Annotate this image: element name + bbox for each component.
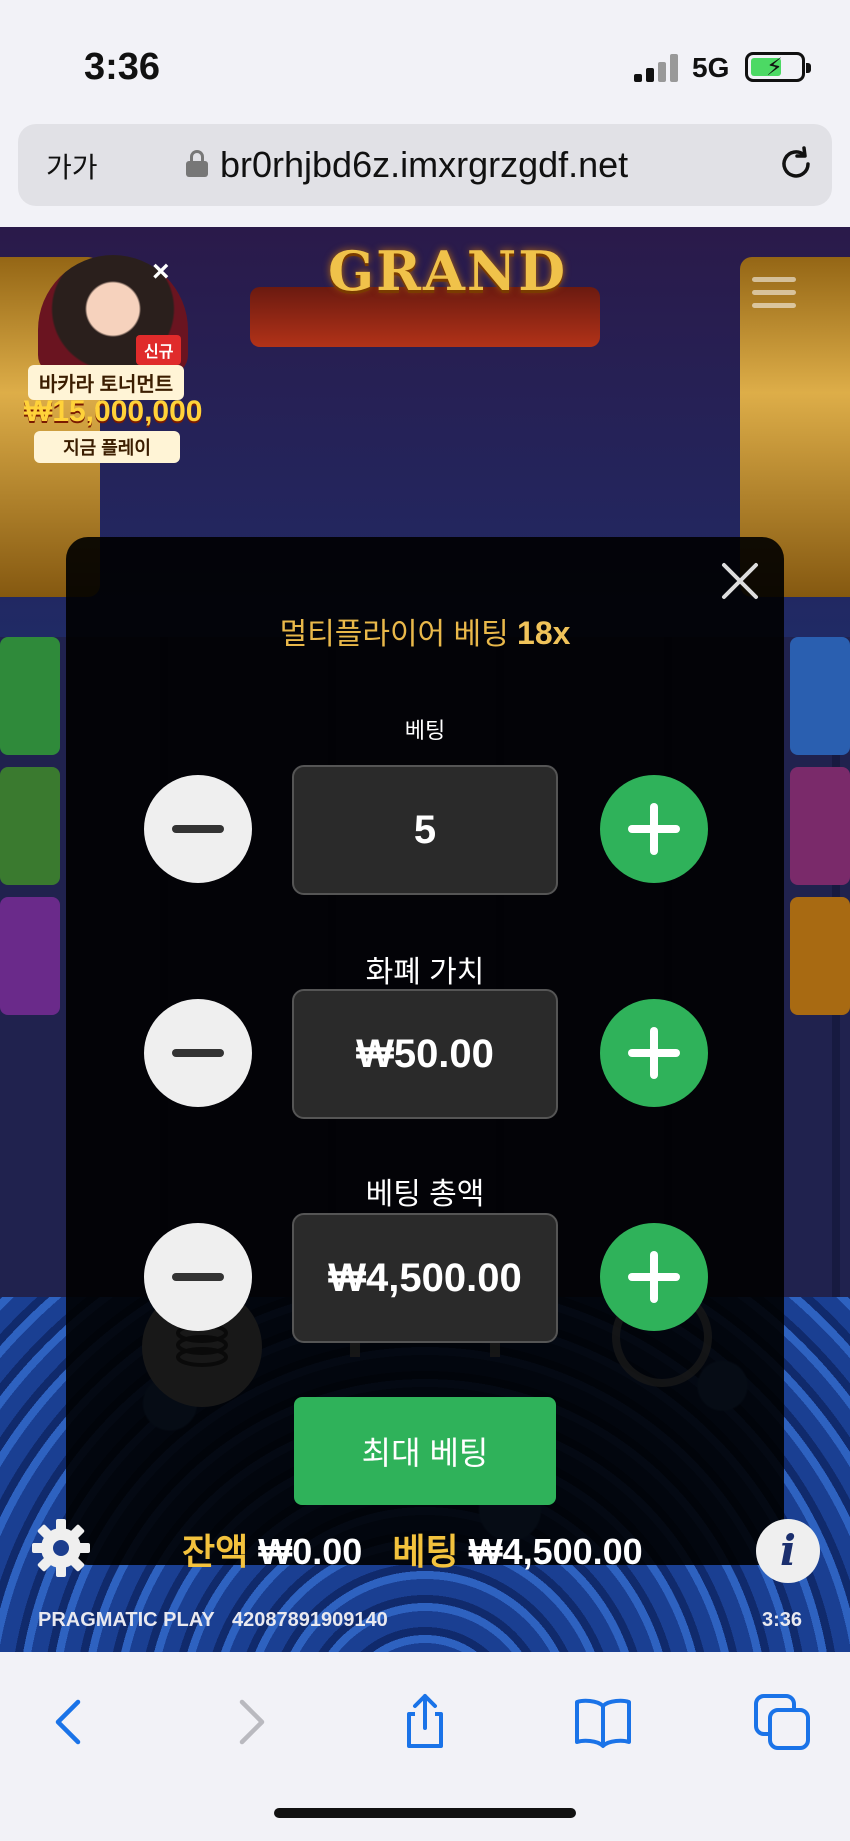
total-bet-label: 베팅 총액 [365, 1178, 485, 1211]
promo-close-icon[interactable]: × [152, 255, 170, 289]
total-bet-increase-button[interactable] [600, 1223, 708, 1331]
close-icon[interactable] [718, 559, 762, 603]
bet-label: 베팅 [404, 718, 446, 743]
cellular-signal-icon [634, 54, 678, 82]
bet-settings-modal: 멀티플라이어 베팅 18x 베팅 5 화폐 가치 ₩50.00 베팅 총액 ₩4… [66, 537, 784, 1565]
settings-gear-icon[interactable] [30, 1517, 92, 1579]
tabs-icon[interactable] [752, 1692, 812, 1752]
coin-value: ₩50.00 [292, 989, 558, 1119]
game-canvas[interactable]: GRAND × 신규 바카라 토너먼트 ₩15,000,000 지금 플레이 멀… [0, 227, 850, 1652]
promo-play-now[interactable]: 지금 플레이 [34, 431, 180, 463]
max-bet-button[interactable]: 최대 베팅 [294, 1397, 556, 1505]
reel-symbol [790, 637, 850, 755]
reel-symbol [0, 637, 60, 755]
forward-icon[interactable] [220, 1692, 280, 1752]
modal-title: 멀티플라이어 베팅 18x [66, 609, 784, 653]
provider-brand: PRAGMATIC PLAY [38, 1609, 215, 1631]
info-icon[interactable]: i [756, 1519, 820, 1583]
status-time: 3:36 [84, 46, 161, 88]
game-round-id: 42087891909140 [232, 1609, 388, 1631]
hamburger-menu-icon[interactable] [752, 277, 796, 311]
reel-symbol [790, 897, 850, 1015]
bet-label-bottom: 베팅 [392, 1531, 459, 1572]
share-icon[interactable] [395, 1692, 455, 1752]
modal-title-text: 멀티플라이어 베팅 [279, 618, 509, 651]
status-bar: 3:36 5G ⚡ [0, 0, 850, 120]
reel-symbol [790, 767, 850, 885]
game-clock: 3:36 [762, 1609, 803, 1631]
text-size-button[interactable]: 가가 [46, 146, 98, 186]
browser-toolbar [0, 1652, 850, 1841]
url-text[interactable]: br0rhjbd6z.imxrgrzgdf.net [220, 144, 628, 186]
multiplier-value: 18x [517, 615, 571, 651]
coin-value-decrease-button[interactable] [144, 999, 252, 1107]
total-bet-decrease-button[interactable] [144, 1223, 252, 1331]
home-indicator [274, 1808, 576, 1818]
total-bet-value: ₩4,500.00 [292, 1213, 558, 1343]
minus-icon [172, 825, 224, 833]
battery-icon: ⚡ [745, 52, 811, 82]
balance-and-bet-line: 잔액 ₩0.00 베팅 ₩4,500.00 [182, 1523, 643, 1575]
balance-value: ₩0.00 [258, 1531, 363, 1572]
reel-symbol [0, 897, 60, 1015]
bet-value: 5 [292, 765, 558, 895]
lock-icon [186, 150, 208, 178]
bet-decrease-button[interactable] [144, 775, 252, 883]
coin-value-increase-button[interactable] [600, 999, 708, 1107]
address-bar[interactable]: 가가 br0rhjbd6z.imxrgrzgdf.net [18, 124, 832, 206]
bet-value-bottom: ₩4,500.00 [468, 1531, 643, 1572]
reel-symbol [0, 767, 60, 885]
minus-icon [172, 1273, 224, 1281]
baccarat-tournament-promo[interactable]: × 신규 바카라 토너먼트 ₩15,000,000 지금 플레이 [24, 255, 203, 463]
reload-icon[interactable] [776, 144, 816, 184]
bet-increase-button[interactable] [600, 775, 708, 883]
grand-jackpot-label: GRAND [328, 239, 568, 303]
network-type: 5G [692, 52, 730, 83]
promo-amount: ₩15,000,000 [24, 395, 203, 428]
bookmarks-icon[interactable] [573, 1692, 633, 1752]
balance-label: 잔액 [182, 1531, 249, 1572]
coin-value-label: 화폐 가치 [365, 956, 485, 989]
new-badge: 신규 [136, 335, 182, 365]
back-icon[interactable] [40, 1692, 100, 1752]
minus-icon [172, 1049, 224, 1057]
